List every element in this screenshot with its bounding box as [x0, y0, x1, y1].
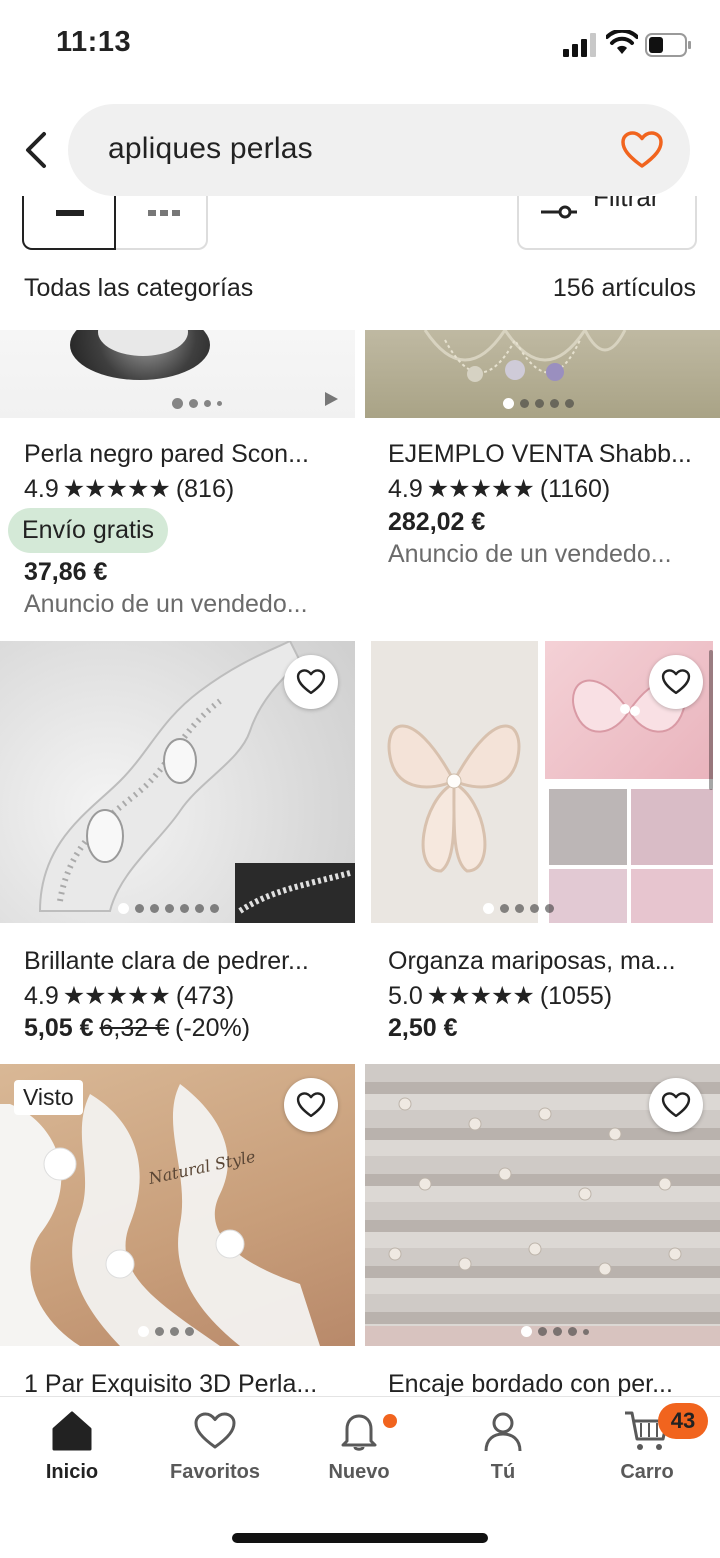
rating-value: 4.9 — [24, 981, 59, 1010]
grid-photo-2 — [631, 789, 713, 865]
butterfly-lace-photo — [371, 641, 538, 923]
ad-label: Anuncio de un vendedo... — [24, 590, 308, 618]
image-carousel-dots — [483, 903, 554, 914]
image-carousel-dots — [503, 398, 574, 409]
grid-photo-4 — [631, 869, 713, 923]
listing-price: 282,02 € — [388, 508, 486, 536]
free-shipping-badge: Envío gratis — [8, 508, 169, 553]
home-indicator[interactable] — [232, 1533, 488, 1543]
status-bar: 11:13 — [0, 0, 720, 90]
wifi-icon — [606, 30, 638, 54]
notification-dot — [383, 1414, 397, 1428]
save-search-heart-icon[interactable] — [620, 130, 664, 170]
scrollbar[interactable] — [709, 650, 713, 790]
listing-title: 1 Par Exquisito 3D Perla... — [24, 1370, 318, 1396]
listing-card[interactable]: EJEMPLO VENTA Shabb... 4.9 ★★★★★ (1160) … — [365, 330, 720, 620]
listing-price: 37,86 € — [24, 558, 108, 586]
listing-title: EJEMPLO VENTA Shabb... — [388, 440, 692, 468]
nav-label: Tú — [490, 1461, 516, 1483]
heart-icon — [194, 1412, 236, 1449]
nav-label: Carro — [620, 1461, 674, 1483]
discount-label: (-20%) — [175, 1014, 251, 1042]
category-label[interactable]: Todas las categorías — [24, 274, 253, 302]
rating-stars-icon: ★★★★★ — [426, 475, 535, 503]
nav-item-home[interactable]: Inicio — [0, 1409, 144, 1484]
search-query: apliques perlas — [108, 132, 313, 165]
grid-2-icon — [56, 210, 84, 216]
heart-icon — [296, 1092, 326, 1118]
listing-card[interactable]: Perla negro pared Scon... 4.9 ★★★★★ (816… — [0, 330, 355, 620]
nav-item-new[interactable]: Nuevo — [287, 1409, 431, 1484]
rating-value: 4.9 — [388, 474, 423, 503]
listing-title: Perla negro pared Scon... — [24, 440, 309, 468]
person-icon — [484, 1412, 522, 1452]
heart-icon — [296, 669, 326, 695]
home-icon — [52, 1411, 92, 1451]
cellular-signal-icon — [563, 33, 596, 57]
nav-label: Inicio — [45, 1461, 99, 1483]
grid-2-view-button[interactable] — [22, 196, 116, 250]
listing-image[interactable] — [0, 330, 355, 418]
nav-item-you[interactable]: Tú — [431, 1409, 575, 1484]
viewed-tag: Visto — [14, 1080, 83, 1115]
battery-icon — [645, 33, 691, 57]
nav-label: Nuevo — [328, 1461, 390, 1483]
review-count: (1055) — [539, 981, 613, 1010]
listing-price: 5,05 €6,32 € (-20%) — [24, 1014, 250, 1043]
listing-title: Brillante clara de pedrer... — [24, 947, 309, 975]
status-time: 11:13 — [56, 26, 132, 58]
image-carousel-dots — [521, 1326, 589, 1337]
listing-price: 2,50 € — [388, 1014, 458, 1042]
favorite-button[interactable] — [284, 655, 338, 709]
video-play-icon — [325, 392, 338, 406]
image-carousel-dots — [138, 1326, 194, 1337]
image-carousel-dots — [172, 398, 222, 409]
image-carousel-dots — [118, 903, 219, 914]
listing-rating: 4.9 ★★★★★ (1160) — [388, 474, 610, 504]
favorite-button[interactable] — [649, 655, 703, 709]
listing-card[interactable]: Encaje bordado con per... — [365, 1064, 720, 1396]
heart-icon — [661, 669, 691, 695]
listing-card[interactable]: Brillante clara de pedrer... 4.9 ★★★★★ (… — [0, 641, 355, 1046]
listing-card[interactable]: Organza mariposas, ma... 5.0 ★★★★★ (1055… — [365, 641, 720, 1046]
listing-title: Organza mariposas, ma... — [388, 947, 676, 975]
grid-3-icon — [148, 210, 180, 216]
nav-label: Favoritos — [169, 1461, 261, 1483]
rating-stars-icon: ★★★★★ — [426, 982, 535, 1010]
original-price: 6,32 € — [99, 1014, 170, 1042]
favorite-button[interactable] — [284, 1078, 338, 1132]
listing-rating: 4.9 ★★★★★ (473) — [24, 981, 234, 1011]
heart-icon — [661, 1092, 691, 1118]
review-count: (473) — [175, 981, 235, 1010]
review-count: (816) — [175, 474, 235, 503]
favorite-button[interactable] — [649, 1078, 703, 1132]
search-input[interactable]: apliques perlas — [68, 104, 690, 196]
rating-value: 4.9 — [24, 474, 59, 503]
current-price: 5,05 € — [24, 1014, 94, 1042]
view-toggle[interactable] — [22, 196, 208, 250]
filter-button[interactable]: Filtrar — [517, 196, 697, 250]
results-summary: Todas las categorías 156 artículos — [24, 274, 696, 303]
listing-rating: 5.0 ★★★★★ (1055) — [388, 981, 612, 1011]
ad-label: Anuncio de un vendedo... — [388, 540, 672, 568]
listing-image[interactable] — [365, 330, 720, 418]
cart-count-badge: 43 — [658, 1403, 708, 1439]
review-count: (1160) — [539, 474, 611, 503]
bell-icon — [341, 1414, 377, 1451]
results-count: 156 artículos — [552, 274, 696, 302]
rating-stars-icon: ★★★★★ — [62, 982, 171, 1010]
filter-icon — [541, 205, 577, 219]
grid-photo-1 — [549, 789, 627, 865]
grid-photo-3 — [549, 869, 627, 923]
rating-value: 5.0 — [388, 981, 423, 1010]
filter-label: Filtrar — [593, 196, 660, 212]
listing-title: Encaje bordado con per... — [388, 1370, 673, 1396]
rating-stars-icon: ★★★★★ — [62, 475, 171, 503]
back-icon[interactable] — [18, 128, 58, 172]
listing-rating: 4.9 ★★★★★ (816) — [24, 474, 234, 504]
nav-item-favorites[interactable]: Favoritos — [143, 1409, 287, 1484]
